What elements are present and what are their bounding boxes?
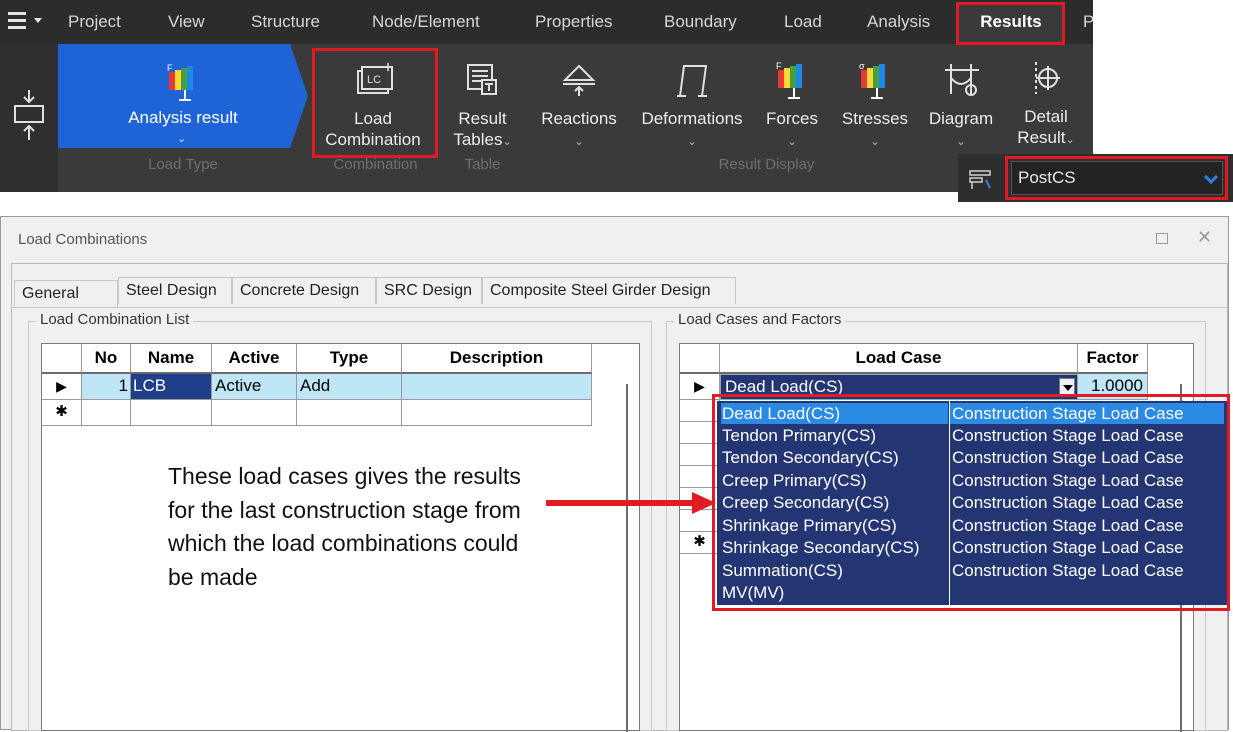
diagram-button[interactable]: Diagram ⌄ [922, 48, 1000, 158]
reactions-label: Reactions [541, 109, 617, 128]
annotation-arrow-icon [546, 492, 716, 514]
tab-steel-design[interactable]: Steel Design [118, 277, 232, 304]
menu-boundary[interactable]: Boundary [664, 0, 737, 44]
cell-description[interactable] [402, 374, 592, 400]
detail-result-label-2: Result [1017, 128, 1066, 147]
stage-icon [969, 170, 991, 189]
vertical-scrollbar[interactable] [626, 384, 628, 732]
detail-result-icon [1035, 62, 1060, 94]
hamburger-menu-icon[interactable] [8, 12, 28, 30]
new-cell-name[interactable] [131, 400, 212, 426]
load-cases-caption: Load Cases and Factors [674, 311, 846, 328]
column-header-type[interactable]: Type [297, 344, 402, 374]
maximize-icon[interactable] [1156, 233, 1168, 244]
dialog-title: Load Combinations [18, 231, 148, 248]
new-row-marker[interactable]: ✱ [42, 400, 82, 426]
analysis-result-label: Analysis result [128, 108, 238, 127]
analysis-result-icon: F [167, 63, 193, 101]
stresses-icon: σ [859, 61, 885, 99]
group-result-display: Result Display [718, 156, 815, 173]
chevron-down-icon: ⌄ [687, 136, 697, 148]
highlight-stage-select [1005, 156, 1228, 200]
view-toggle-strip [0, 44, 58, 192]
deformations-label: Deformations [641, 109, 743, 128]
column-header-name[interactable]: Name [131, 344, 212, 374]
row-marker-header [680, 344, 720, 374]
result-tables-label-1: Result [458, 109, 507, 128]
reactions-button[interactable]: Reactions ⌄ [533, 48, 625, 158]
diagram-icon [945, 64, 979, 96]
chevron-down-icon: ⌄ [870, 136, 880, 148]
menu-structure[interactable]: Structure [251, 0, 320, 44]
result-tables-button[interactable]: Result Tables⌄ [445, 48, 520, 158]
menu-load[interactable]: Load [784, 0, 822, 44]
detail-result-button[interactable]: Detail Result⌄ [1008, 48, 1084, 148]
diagram-label: Diagram [928, 109, 994, 128]
menu-overflow[interactable]: P [1083, 0, 1094, 44]
group-load-type: Load Type [148, 156, 218, 173]
svg-text:F: F [167, 63, 173, 73]
menu-project[interactable]: Project [68, 0, 121, 44]
new-cell-no[interactable] [82, 400, 131, 426]
column-header-load-case[interactable]: Load Case [720, 344, 1078, 374]
column-header-factor[interactable]: Factor [1078, 344, 1148, 374]
tab-concrete-design[interactable]: Concrete Design [232, 277, 376, 304]
annotation-text: These load cases gives the results for t… [168, 463, 521, 590]
column-header-description[interactable]: Description [402, 344, 592, 374]
forces-label: Forces [766, 109, 818, 128]
close-icon[interactable]: ✕ [1197, 227, 1212, 248]
result-tables-icon [467, 64, 497, 95]
cell-no[interactable]: 1 [82, 374, 131, 400]
svg-text:F: F [776, 61, 782, 71]
cell-name[interactable]: LCB [131, 374, 212, 400]
stresses-button[interactable]: σ Stresses ⌄ [836, 48, 914, 158]
result-tables-label-2: Tables [453, 130, 503, 149]
chevron-down-icon: ⌄ [787, 136, 797, 148]
load-combination-list-caption: Load Combination List [36, 311, 194, 328]
chevron-down-icon: ⌄ [177, 133, 187, 145]
ribbon: Project View Structure Node/Element Prop… [0, 0, 1094, 192]
tab-general[interactable]: General [14, 280, 118, 308]
highlight-results-tab [956, 2, 1065, 45]
cell-type[interactable]: Add [297, 374, 402, 400]
detail-result-label-1: Detail [1024, 107, 1068, 126]
chevron-down-icon: ⌄ [574, 136, 584, 148]
menu-properties[interactable]: Properties [535, 0, 612, 44]
highlight-load-combination [312, 48, 438, 158]
column-header-no[interactable]: No [82, 344, 131, 374]
deformations-icon [677, 65, 708, 97]
menu-view[interactable]: View [168, 0, 205, 44]
new-cell-active[interactable] [212, 400, 297, 426]
reactions-icon [562, 64, 596, 96]
forces-icon: F [776, 61, 802, 99]
chevron-down-icon: ⌄ [502, 136, 512, 148]
new-cell-description[interactable] [402, 400, 592, 426]
new-cell-type[interactable] [297, 400, 402, 426]
caret-down-icon [1063, 385, 1073, 391]
tab-composite-steel-girder-design[interactable]: Composite Steel Girder Design [482, 277, 736, 304]
chevron-down-icon: ⌄ [956, 136, 966, 148]
row-marker[interactable]: ▶ [42, 374, 82, 400]
group-combination: Combination [333, 156, 418, 173]
group-table: Table [464, 156, 501, 173]
fit-view-icon[interactable] [12, 88, 46, 144]
highlight-dropdown-list [712, 394, 1230, 611]
analysis-result-button[interactable]: F Analysis result ⌄ [58, 44, 308, 148]
deformations-button[interactable]: Deformations ⌄ [633, 48, 751, 158]
column-header-active[interactable]: Active [212, 344, 297, 374]
stresses-label: Stresses [841, 109, 909, 128]
dialog-titlebar: Load Combinations ✕ [1, 217, 1228, 261]
svg-text:σ: σ [859, 61, 865, 71]
menu-bar: Project View Structure Node/Element Prop… [0, 0, 1094, 44]
menu-node-element[interactable]: Node/Element [372, 0, 480, 44]
forces-button[interactable]: F Forces ⌄ [760, 48, 824, 158]
tab-divider [12, 307, 1227, 308]
cell-active[interactable]: Active [212, 374, 297, 400]
tab-src-design[interactable]: SRC Design [376, 277, 482, 304]
menu-analysis[interactable]: Analysis [867, 0, 930, 44]
chevron-down-icon: ⌄ [1065, 134, 1075, 146]
row-marker-header [42, 344, 82, 374]
caret-down-icon[interactable] [34, 18, 42, 23]
